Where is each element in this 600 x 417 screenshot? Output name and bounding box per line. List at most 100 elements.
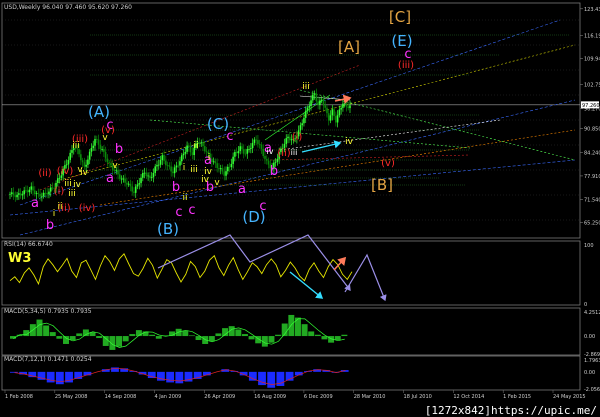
candle-body: [124, 178, 126, 183]
candle-body: [335, 116, 337, 123]
candle-body: [122, 178, 125, 180]
candle-body: [23, 190, 25, 195]
candle-body: [101, 149, 103, 150]
candle-body: [232, 156, 234, 164]
macd-histogram-bar: [43, 325, 50, 337]
candle-body: [345, 103, 348, 107]
candle-body: [87, 159, 89, 165]
elliott-wave-label: i: [53, 209, 56, 219]
candle-body: [103, 149, 105, 152]
study-label: W3: [8, 251, 31, 266]
candle-body: [333, 109, 335, 117]
candle-body: [242, 149, 245, 154]
price-tick-label: 84.240: [584, 151, 600, 157]
candle-body: [156, 164, 158, 167]
candle-body: [310, 100, 312, 106]
candle-body: [244, 153, 247, 155]
candle-body: [258, 143, 261, 145]
macd2-histogram-bar: [166, 371, 175, 383]
candle-body: [186, 145, 188, 152]
candle-body: [16, 194, 18, 198]
elliott-wave-label: iv: [267, 147, 274, 156]
candle-body: [30, 186, 33, 190]
candle-body: [172, 171, 174, 174]
macd-histogram-bar: [241, 334, 248, 337]
elliott-wave-label: b: [172, 180, 180, 195]
macd-histogram-bar: [308, 331, 315, 337]
elliott-wave-label: a: [31, 196, 39, 211]
candle-body: [10, 192, 13, 194]
candle-body: [136, 184, 139, 187]
price-tick-label: 71.540: [584, 197, 600, 203]
candle-body: [149, 175, 151, 178]
candle-body: [235, 152, 238, 154]
macd-histogram-bar: [116, 336, 123, 347]
candle-body: [85, 164, 87, 167]
candle-body: [19, 193, 22, 196]
elliott-wave-label: v: [214, 178, 220, 188]
macd-histogram-bar: [235, 329, 242, 337]
indicator-tick-label: 4.2512: [584, 310, 600, 316]
candle-body: [99, 144, 102, 150]
candle-body: [21, 194, 24, 196]
candle-body: [80, 154, 82, 161]
elliott-wave-label: v: [112, 161, 118, 171]
candle-body: [331, 109, 334, 116]
candle-body: [37, 193, 40, 195]
macd-histogram-bar: [248, 336, 255, 340]
candle-body: [81, 160, 84, 163]
elliott-wave-label: iii: [291, 148, 298, 157]
candle-body: [140, 177, 142, 184]
candle-body: [14, 195, 17, 198]
candle-body: [35, 193, 38, 195]
indicator-tick-label: 100: [584, 243, 594, 249]
candle-body: [327, 113, 330, 121]
macd1-header: MACD(5,34,5) 0.7935 0.7935: [4, 308, 92, 315]
candle-body: [88, 151, 91, 160]
elliott-wave-label: ii: [193, 141, 198, 151]
candle-body: [326, 107, 328, 114]
candle-body: [41, 196, 43, 198]
candle-body: [182, 153, 185, 156]
candle-body: [205, 151, 208, 153]
elliott-wave-label: iii: [190, 165, 198, 175]
macd-histogram-bar: [122, 336, 129, 342]
candle-body: [83, 162, 86, 167]
candle-body: [214, 161, 217, 164]
candle-body: [57, 178, 59, 183]
candle-body: [67, 159, 70, 165]
candle-body: [234, 152, 236, 157]
candle-body: [134, 186, 137, 193]
indicator-tick-label: -2.0567: [584, 387, 600, 393]
elliott-wave-label: (i): [54, 186, 65, 197]
candle-body: [218, 168, 220, 170]
candle-body: [308, 105, 311, 108]
candle-body: [239, 146, 242, 152]
elliott-wave-label: c: [188, 203, 195, 218]
elliott-wave-label: b: [270, 164, 278, 179]
macd-histogram-bar: [155, 336, 162, 339]
candle-body: [58, 177, 61, 179]
candle-body: [175, 165, 178, 168]
candle-body: [44, 192, 47, 194]
candle-body: [188, 145, 190, 147]
elliott-wave-label: (ii): [277, 148, 290, 159]
candle-body: [301, 123, 303, 126]
candle-body: [69, 152, 72, 160]
candle-body: [108, 162, 110, 164]
macd-histogram-bar: [215, 333, 222, 337]
time-tick-label: 18 Jul 2010: [404, 394, 432, 400]
elliott-wave-label: i: [208, 153, 211, 163]
candle-body: [90, 147, 93, 152]
candle-body: [251, 142, 254, 149]
candle-body: [168, 165, 171, 167]
macd2-histogram-bar: [55, 371, 64, 385]
candle-body: [157, 164, 160, 166]
time-tick-label: 1 Feb 2015: [503, 394, 531, 400]
time-tick-label: 26 Apr 2009: [204, 394, 235, 400]
candle-body: [250, 148, 252, 149]
candle-body: [92, 145, 95, 148]
macd-histogram-bar: [96, 336, 103, 339]
candle-body: [95, 139, 98, 140]
candle-body: [39, 193, 41, 197]
